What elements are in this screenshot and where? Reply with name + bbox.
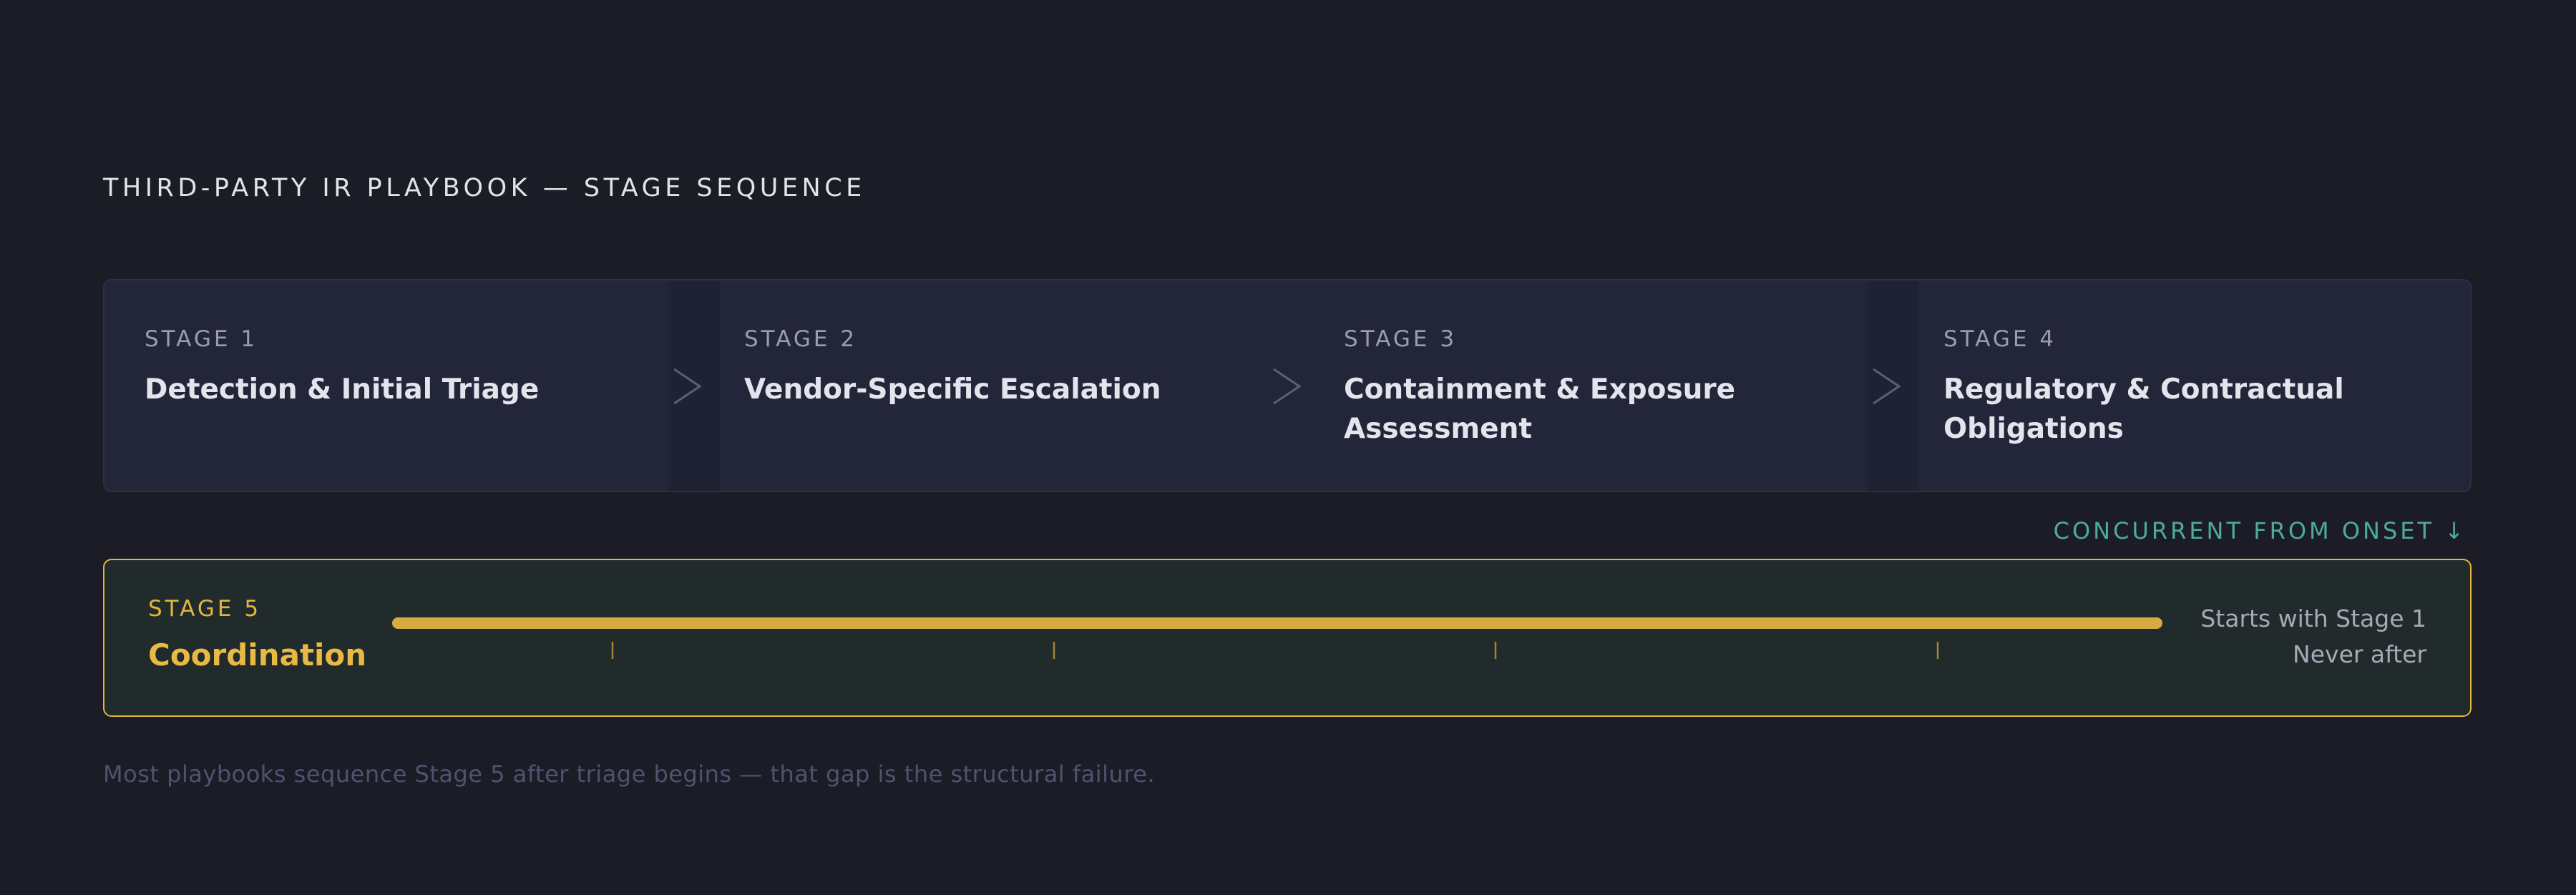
stage-5-timeline <box>392 617 2162 659</box>
footnote: Most playbooks sequence Stage 5 after tr… <box>103 760 1156 788</box>
chevron-right-icon <box>1273 368 1302 405</box>
stage-3-name: Containment & Exposure Assessment <box>1344 373 1736 445</box>
stage-separator-2 <box>1268 280 1319 491</box>
stage-2-number: STAGE 2 <box>744 326 858 352</box>
diagram-title: THIRD-PARTY IR PLAYBOOK — STAGE SEQUENCE <box>103 174 866 202</box>
stage-separator-1 <box>668 280 720 491</box>
chevron-right-icon <box>673 368 702 405</box>
stage-4-number: STAGE 4 <box>1943 326 2057 352</box>
stage-5-panel: STAGE 5 Coordination Starts with Stage 1… <box>103 559 2472 717</box>
stage-1-number: STAGE 1 <box>145 326 258 352</box>
stage-sequence-row: STAGE 1 Detection & Initial Triage STAGE… <box>103 279 2472 492</box>
stage-5-note: Starts with Stage 1 Never after <box>2200 601 2426 673</box>
stage-4-name: Regulatory & Contractual Obligations <box>1943 373 2344 445</box>
stage-5-note-line-2: Never after <box>2293 640 2426 668</box>
stage-1-name: Detection & Initial Triage <box>145 373 540 406</box>
stage-separator-3 <box>1868 280 1919 491</box>
stage-2-name: Vendor-Specific Escalation <box>744 373 1161 406</box>
stage-5-number: STAGE 5 <box>148 596 262 622</box>
chevron-right-icon <box>1873 368 1901 405</box>
stage-5-note-line-1: Starts with Stage 1 <box>2200 605 2426 632</box>
stage-3-number: STAGE 3 <box>1344 326 1458 352</box>
stage-5-name: Coordination <box>148 637 367 673</box>
concurrent-label: CONCURRENT FROM ONSET ↓ <box>2053 517 2467 544</box>
